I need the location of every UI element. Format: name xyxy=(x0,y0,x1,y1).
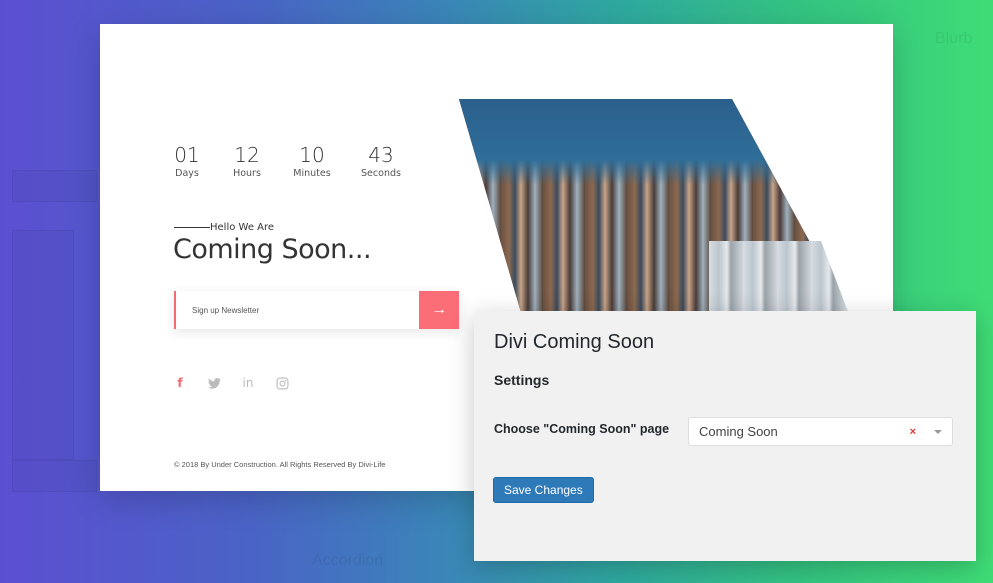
bg-ghost-accordion: Accordion xyxy=(312,552,384,569)
bg-ghost-row xyxy=(12,460,97,492)
coming-soon-page-select[interactable]: Coming Soon × xyxy=(688,417,953,446)
linkedin-icon[interactable]: in xyxy=(240,375,256,391)
twitter-icon[interactable] xyxy=(206,375,222,391)
countdown-value: 01 xyxy=(174,143,200,167)
countdown-label: Seconds xyxy=(361,168,401,179)
settings-section-heading: Settings xyxy=(494,372,550,388)
newsletter-email-input[interactable] xyxy=(176,291,419,329)
countdown-label: Days xyxy=(175,168,199,179)
footer-copyright: © 2018 By Under Construction. All Rights… xyxy=(174,460,386,469)
countdown-value: 12 xyxy=(234,143,260,167)
chevron-down-icon[interactable] xyxy=(934,429,942,434)
facebook-icon[interactable]: f xyxy=(172,375,188,391)
countdown-value: 43 xyxy=(368,143,394,167)
countdown-label: Hours xyxy=(233,168,261,179)
settings-panel: Divi Coming Soon Settings Choose "Coming… xyxy=(474,311,976,561)
countdown-timer: 01 Days 12 Hours 10 Minutes 43 Seconds xyxy=(172,144,430,179)
arrow-right-icon: → xyxy=(431,301,447,318)
eyebrow-divider xyxy=(174,227,210,228)
save-changes-button[interactable]: Save Changes xyxy=(493,477,594,503)
instagram-icon[interactable] xyxy=(274,375,290,391)
countdown-seconds: 43 Seconds xyxy=(359,144,403,179)
clear-selection-icon[interactable]: × xyxy=(910,426,916,438)
countdown-days: 01 Days xyxy=(172,144,202,179)
countdown-value: 10 xyxy=(299,143,325,167)
hero-eyebrow: Hello We Are xyxy=(174,222,274,233)
bg-ghost-panel xyxy=(12,230,74,460)
city-glass-building-image xyxy=(709,241,849,314)
eyebrow-text: Hello We Are xyxy=(210,222,275,233)
countdown-minutes: 10 Minutes xyxy=(292,144,332,179)
social-links: f in xyxy=(172,375,290,391)
countdown-label: Minutes xyxy=(293,168,331,179)
newsletter-form: → xyxy=(174,291,459,329)
page-title: Coming Soon... xyxy=(173,234,372,265)
bg-ghost-blurb: Blurb xyxy=(935,30,973,47)
selected-value: Coming Soon xyxy=(699,424,778,439)
settings-title: Divi Coming Soon xyxy=(494,331,655,353)
bg-ghost-row xyxy=(12,170,97,202)
countdown-hours: 12 Hours xyxy=(229,144,265,179)
newsletter-submit-button[interactable]: → xyxy=(419,291,459,329)
coming-soon-page-label: Choose "Coming Soon" page xyxy=(494,422,670,436)
